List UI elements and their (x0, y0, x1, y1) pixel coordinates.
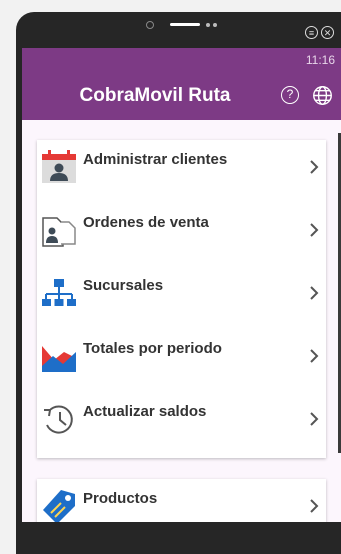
menu-icon[interactable]: ≡ (305, 26, 318, 39)
menu-item-label: Totales por periodo (83, 340, 222, 357)
chevron-right-icon (310, 349, 319, 363)
menu-item-label: Productos (83, 490, 158, 507)
menu-item-label: Administrar clientes (83, 151, 228, 168)
menu-item-sucursales[interactable]: Sucursales (37, 266, 326, 329)
device-frame: ≡ ✕ 11:16 CobraMovil Ruta ? Administrar … (16, 12, 341, 554)
menu-item-label: Sucursales (83, 277, 164, 294)
sensor-icon (213, 23, 217, 27)
menu-item-administrar-clientes[interactable]: Administrar clientes (37, 140, 326, 203)
menu-item-totales-por-periodo[interactable]: Totales por periodo (37, 329, 326, 392)
chevron-right-icon (310, 160, 319, 174)
close-icon[interactable]: ✕ (321, 26, 334, 39)
chart-icon (42, 346, 76, 372)
bottom-bezel (16, 522, 341, 554)
chevron-right-icon (310, 412, 319, 426)
menu-item-productos[interactable]: Productos (37, 479, 326, 522)
menu-item-ordenes-de-venta[interactable]: Ordenes de venta (37, 203, 326, 266)
chevron-right-icon (310, 499, 319, 513)
org-chart-icon (42, 279, 76, 306)
secondary-menu-card: Productos (37, 479, 326, 522)
sensor-icon (206, 23, 210, 27)
menu-item-actualizar-saldos[interactable]: Actualizar saldos (37, 392, 326, 455)
app-title: CobraMovil Ruta (79, 85, 231, 106)
main-menu-card: Administrar clientes Ordenes de venta Su… (37, 140, 326, 458)
globe-icon[interactable] (312, 85, 333, 106)
chevron-right-icon (310, 223, 319, 237)
app-bar: CobraMovil Ruta ? (22, 70, 341, 120)
status-time: 11:16 (305, 53, 335, 67)
document-user-icon (42, 217, 76, 247)
status-bar: 11:16 (22, 48, 341, 70)
menu-item-label: Ordenes de venta (83, 214, 209, 231)
tag-icon (43, 490, 75, 522)
app-screen: 11:16 CobraMovil Ruta ? Administrar clie… (22, 48, 341, 522)
help-icon[interactable]: ? (281, 86, 299, 104)
menu-item-label: Actualizar saldos (83, 403, 207, 420)
camera-icon (146, 21, 154, 29)
history-icon (44, 405, 73, 434)
calendar-user-icon (42, 150, 76, 183)
top-bezel: ≡ ✕ (16, 12, 341, 48)
chevron-right-icon (310, 286, 319, 300)
speaker-icon (170, 23, 200, 26)
